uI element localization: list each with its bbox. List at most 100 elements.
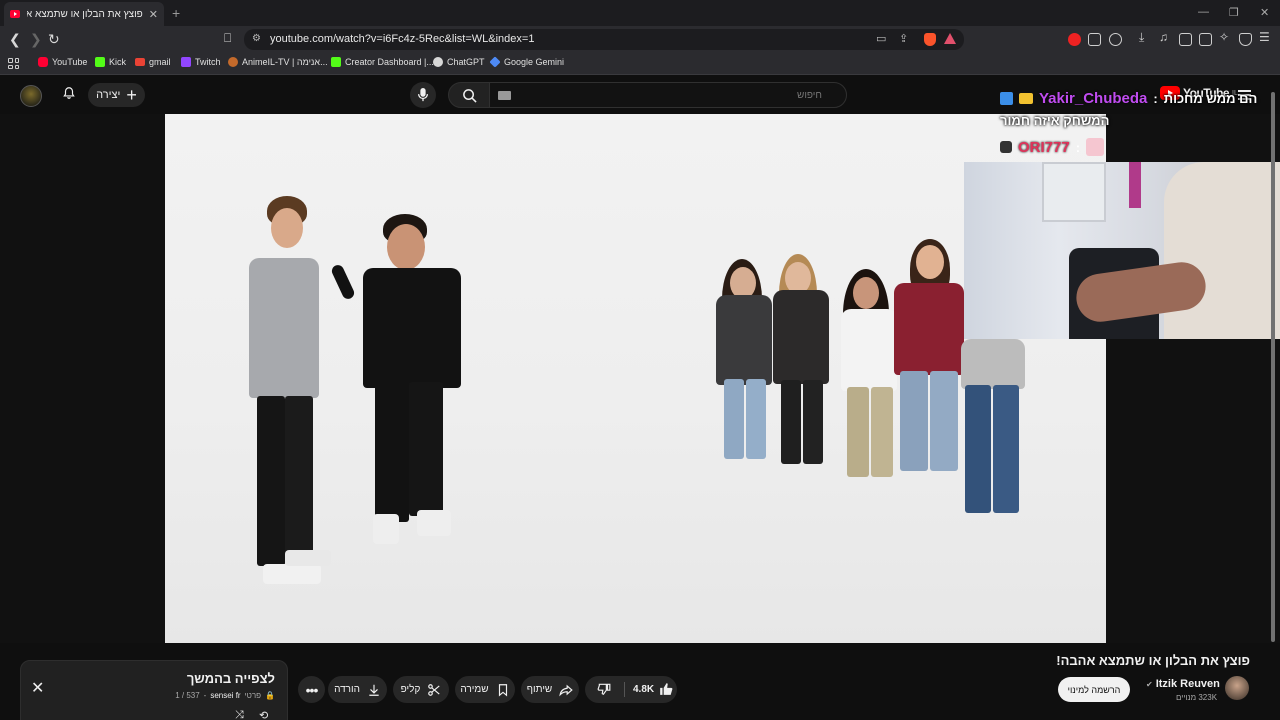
like-button[interactable]: 4.8K [633,682,673,696]
browser-tab-active[interactable]: פוצץ את הבלון או שתמצא אהבה! ✕ [4,2,164,26]
media-icon[interactable]: ♫ [1159,30,1172,44]
chat-emote-icon [1086,138,1105,156]
url-text: youtube.com/watch?v=i6Fc4z-5Rec&list=WL&… [270,33,535,45]
share-button[interactable]: שיתוף [521,676,579,703]
chat-message-2: המשחק איזה חמור [1000,113,1110,128]
playlist-position: 537 / 1 [175,691,200,700]
menu-icon[interactable]: ☰ [1259,30,1272,44]
video-person-4 [767,254,837,474]
notifications-bell-icon[interactable] [62,86,76,100]
kick-icon [331,57,341,67]
video-person-2 [329,214,475,554]
microphone-icon [417,88,429,102]
channel-name: Itzik Reuven [1155,678,1220,690]
brave-rewards-icon[interactable] [944,33,956,44]
lock-icon: 🔒 [265,691,275,700]
verified-icon: ✔ [1146,679,1153,689]
back-icon[interactable]: ❮ [9,31,21,48]
channel-name-row[interactable]: ✔ Itzik Reuven [1146,678,1220,690]
twitch-icon [181,57,191,67]
downloads-icon[interactable]: ⤓ [1139,30,1152,44]
scissors-icon [428,683,440,696]
forward-icon[interactable]: ❯ [30,31,42,48]
loop-icon[interactable]: ⟲ [259,709,268,720]
gemini-icon [489,56,501,68]
stream-chat-line-3: ORI777 : [1000,138,1105,156]
plus-icon: + [126,85,137,105]
close-window-button[interactable]: ✕ [1260,6,1269,19]
bookmark-youtube[interactable]: YouTube [38,57,87,67]
bookmark-animeil[interactable]: AnimeIL-TV | אנימה... [228,57,328,67]
subscribe-button[interactable]: הרשמה למינוי [1058,677,1130,702]
bookmark-creator-dashboard[interactable]: Creator Dashboard |... [331,57,434,67]
clip-button[interactable]: קליפ [393,676,449,703]
keyboard-icon[interactable] [498,91,511,100]
extension-puzzle-icon[interactable] [1088,33,1101,46]
create-label: יצירה [96,89,121,101]
animeil-icon [228,57,238,67]
site-settings-icon[interactable]: ⚙ [252,33,261,44]
minimize-button[interactable]: — [1198,6,1209,18]
bookmarks-bar: YouTube Kick gmail Twitch AnimeIL-TV | א… [0,53,1280,75]
extension-record-icon[interactable] [1068,33,1081,46]
wallet-icon[interactable] [1199,33,1212,46]
page-scrollbar[interactable] [1270,84,1276,642]
crown-badge-icon [1019,92,1033,104]
chat-username-2: ORI777 [1018,138,1070,156]
extension-wallet-icon[interactable] [1109,33,1122,46]
playlist-close-icon[interactable]: ✕ [31,678,44,698]
more-actions-button[interactable]: ••• [298,676,325,703]
bookmark-chatgpt[interactable]: ChatGPT [433,57,485,67]
video-person-7 [955,339,1035,529]
leo-ai-icon[interactable]: ✧ [1219,30,1232,44]
chat-separator: : [1075,139,1081,155]
bookmark-gmail[interactable]: gmail [135,57,171,67]
vpn-shield-icon[interactable] [1239,33,1252,46]
tab-close-icon[interactable]: ✕ [149,8,158,21]
save-label: שמירה [460,684,489,695]
reload-icon[interactable]: ↻ [48,31,60,48]
apps-grid-icon[interactable] [8,58,19,69]
stream-chat-line-1: Yakir_Chubeda : הם ממש מחכות [1000,88,1257,108]
download-label: הורדה [334,684,360,695]
channel-avatar[interactable] [1225,676,1249,700]
download-button[interactable]: הורדה [328,676,387,703]
search-input-container[interactable] [489,82,847,108]
bookmark-gemini[interactable]: Google Gemini [489,56,564,68]
create-button[interactable]: יצירה + [88,83,145,107]
download-icon [369,684,379,696]
search-input[interactable] [490,83,846,107]
streamer-webcam [964,162,1280,339]
chat-username: Yakir_Chubeda [1039,89,1148,107]
new-tab-button[interactable]: + [172,5,180,21]
share-label: שיתוף [526,684,553,695]
maximize-button[interactable]: ❐ [1229,6,1239,19]
browser-toolbar: ❮ ❯ ↻ ⎕ ⚙ youtube.com/watch?v=i6Fc4z-5Re… [0,26,1280,53]
cast-icon[interactable]: ▭ [876,32,886,45]
address-bar[interactable]: ⚙ youtube.com/watch?v=i6Fc4z-5Rec&list=W… [244,29,964,50]
bookmark-icon[interactable]: ⎕ [224,31,231,46]
voice-search-button[interactable] [410,82,436,108]
video-title: פוצץ את הבלון או שתמצא אהבה! [1056,653,1250,668]
bookmark-twitch[interactable]: Twitch [181,57,221,67]
subscriber-count: 323K מנויים [1176,693,1218,702]
account-avatar[interactable] [20,85,42,107]
browser-tabbar: פוצץ את הבלון או שתמצא אהבה! ✕ + — ❐ ✕ [0,0,1280,26]
brave-shields-icon[interactable] [924,33,936,46]
like-dislike-group: 4.8K [585,676,677,703]
search-icon [462,88,477,103]
clip-label: קליפ [400,684,421,695]
bookmark-kick[interactable]: Kick [95,57,126,67]
playlist-title[interactable]: לצפייה בהמשך [187,671,275,686]
chat-message-1: הם ממש מחכות [1163,90,1258,106]
share-page-icon[interactable]: ⇪ [899,32,908,45]
youtube-icon [38,57,48,67]
shuffle-icon[interactable]: ⤨ [235,709,244,720]
sidebar-icon[interactable] [1179,33,1192,46]
chat-badge-icon [1000,91,1013,105]
save-button[interactable]: שמירה [455,676,515,703]
playlist-owner: sensei fr [210,691,241,700]
dislike-icon[interactable] [597,682,611,696]
tab-title: פוצץ את הבלון או שתמצא אהבה! [27,8,143,20]
search-button[interactable] [448,82,490,108]
